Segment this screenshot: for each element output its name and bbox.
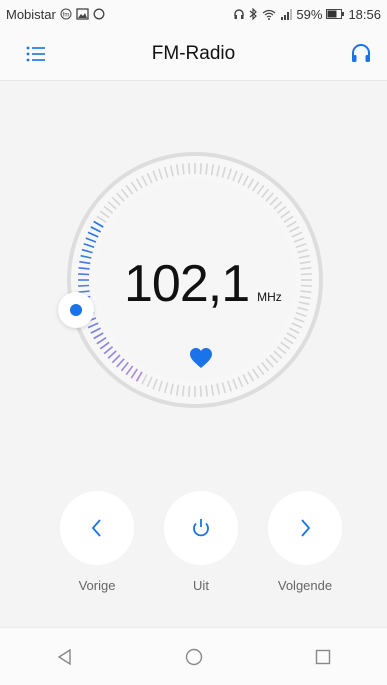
chevron-left-icon [91,519,101,537]
recents-square-icon [315,649,330,664]
dial-tick [199,385,202,397]
battery-icon [326,9,345,19]
next-button[interactable] [268,491,342,565]
recents-nav-button[interactable] [308,642,338,672]
dial-tick [199,163,202,175]
system-nav-bar [0,627,387,685]
frequency-display: 102,1 MHz [124,256,282,312]
power-icon [193,519,209,537]
fm-notification-icon: fm [60,8,72,20]
previous-button[interactable] [60,491,134,565]
svg-text:fm: fm [63,13,70,19]
clock: 18:56 [348,6,381,22]
gallery-notification-icon [76,8,89,20]
favorite-button[interactable] [188,346,214,370]
dial-tick [182,163,185,175]
frequency-unit: MHz [257,290,282,304]
status-right: 59% 18:56 [233,7,381,22]
dial-tick [78,284,90,287]
knob-dot [70,304,82,316]
list-menu-icon [26,46,45,62]
home-circle-icon [185,648,202,665]
home-nav-button[interactable] [179,642,209,672]
wifi-icon [262,9,276,20]
dial-tick [300,284,312,287]
bluetooth-icon [249,8,258,20]
chevron-right-icon [301,519,311,537]
dial-tick [188,163,191,175]
dial-tick [205,163,208,175]
page-title: FM-Radio [151,43,236,64]
menu-button[interactable] [24,42,48,66]
dial-tick [182,385,185,397]
battery-percent: 59% [296,6,323,22]
carrier-label: Mobistar [6,6,56,22]
headphones-icon [352,44,370,62]
tuning-knob[interactable] [58,292,94,328]
dial-tick [300,290,312,293]
next-label: Volgende [277,578,333,593]
back-triangle-icon [57,648,71,665]
power-button[interactable] [164,491,238,565]
heart-icon [190,348,212,368]
back-nav-button[interactable] [50,642,80,672]
previous-label: Vorige [78,578,116,593]
dial-tick [205,385,208,397]
signal-icon [280,8,293,20]
dial-tick [78,273,90,276]
frequency-value: 102,1 [124,255,250,313]
dial-tick [300,267,312,270]
headphones-button[interactable] [349,41,373,65]
dial-tick [78,267,90,270]
status-bar: Mobistar fm 59% 18:56 [0,0,387,28]
status-left: Mobistar fm [6,7,105,22]
dial-tick [188,385,191,397]
headset-status-icon [233,8,245,20]
app-bar: FM-Radio [0,28,387,81]
power-label: Uit [193,578,209,593]
dial-tick [300,273,312,276]
circle-notification-icon [93,8,105,20]
